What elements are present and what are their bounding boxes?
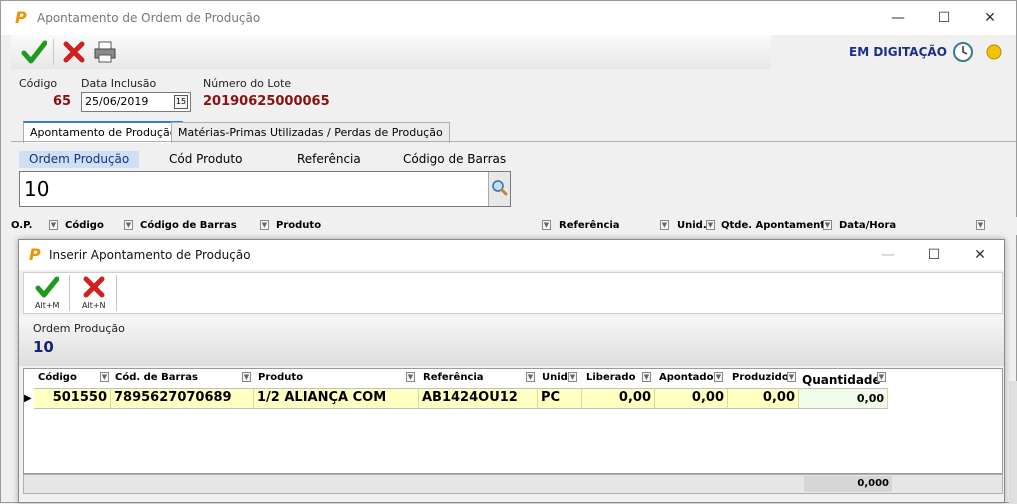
filter-icon[interactable]: ▼ (49, 220, 58, 230)
data-inclusao-value: 25/06/2019 (85, 95, 149, 108)
dcol-codigo[interactable]: Código (34, 369, 81, 386)
minimize-button[interactable]: — (875, 3, 921, 33)
search-tab-cod-produto[interactable]: Cód Produto (159, 151, 252, 168)
main-grid-header: O.P. ▼ Código ▼ Código de Barras ▼ Produ… (1, 217, 1017, 235)
codigo-label: Código (19, 77, 58, 90)
footer-total: 0,000 (804, 476, 892, 492)
dialog-minimize-button[interactable]: — (865, 240, 911, 270)
filter-icon[interactable]: ▼ (526, 372, 535, 382)
search-value: 10 (24, 177, 50, 201)
filter-icon[interactable]: ▼ (542, 220, 551, 230)
maximize-button[interactable]: ☐ (921, 3, 967, 33)
ordem-producao-label: Ordem Produção (33, 322, 125, 335)
dialog-maximize-button[interactable]: ☐ (911, 240, 957, 270)
dcol-produto[interactable]: Produto (254, 369, 307, 386)
app-logo-icon: P (29, 245, 41, 264)
dialog-title: Inserir Apontamento de Produção (49, 248, 251, 262)
filter-icon[interactable]: ▼ (568, 372, 577, 382)
filter-icon[interactable]: ▼ (787, 372, 796, 382)
row-indicator-icon: ▶ (24, 393, 32, 404)
filter-icon[interactable]: ▼ (124, 220, 133, 230)
data-inclusao-field[interactable]: 25/06/2019 15 (81, 92, 191, 112)
lote-value: 20190625000065 (203, 94, 330, 109)
filter-icon[interactable]: ▼ (406, 372, 415, 382)
dcol-apontado[interactable]: Apontado (655, 369, 717, 386)
insert-apontamento-dialog: P Inserir Apontamento de Produção — ☐ ✕ … (18, 239, 1005, 503)
filter-icon[interactable]: ▼ (976, 220, 985, 230)
col-referencia[interactable]: Referência (559, 220, 620, 231)
x-icon (83, 276, 105, 298)
tab-apontamento[interactable]: Apontamento de Produção (23, 121, 184, 143)
filter-icon[interactable]: ▼ (877, 372, 886, 382)
filter-icon[interactable]: ▼ (823, 220, 832, 230)
search-tab-codigo-barras[interactable]: Código de Barras (393, 151, 516, 168)
window-title: Apontamento de Ordem de Produção (37, 11, 261, 25)
vertical-scrollbar[interactable] (1009, 381, 1017, 504)
status-label: EM DIGITAÇÃO (849, 45, 947, 59)
dcol-quantidade[interactable]: Quantidade (798, 370, 885, 387)
dialog-close-button[interactable]: ✕ (957, 240, 1003, 270)
cell-produzido[interactable]: 0,00 (728, 389, 799, 408)
magnifier-icon (492, 180, 508, 196)
col-op[interactable]: O.P. (11, 220, 32, 231)
check-icon (35, 276, 59, 298)
dcol-referencia[interactable]: Referência (419, 369, 488, 386)
cell-referencia[interactable]: AB1424OU12 (419, 389, 538, 408)
filter-icon[interactable]: ▼ (642, 372, 651, 382)
app-logo-icon: P (15, 8, 27, 27)
dialog-grid: Código ▼ Cód. de Barras ▼ Produto ▼ Refe… (23, 368, 1003, 474)
dialog-grid-footer: 0,000 (23, 474, 1003, 494)
filter-icon[interactable]: ▼ (706, 220, 715, 230)
cell-liberado[interactable]: 0,00 (582, 389, 655, 408)
calendar-icon[interactable]: 15 (174, 95, 188, 109)
filter-icon[interactable]: ▼ (714, 372, 723, 382)
col-qtde-apontamento[interactable]: Qtde. Apontamento (721, 220, 832, 231)
confirm-shortcut-label: Alt+M (35, 301, 60, 310)
col-data-hora[interactable]: Data/Hora (839, 220, 896, 231)
cancel-x-icon[interactable] (63, 41, 85, 63)
ordem-producao-value: 10 (33, 338, 54, 356)
cancel-shortcut-label: Alt+N (82, 301, 106, 310)
search-tab-ordem[interactable]: Ordem Produção (19, 151, 140, 168)
search-tab-referencia[interactable]: Referência (287, 151, 371, 168)
print-icon[interactable] (93, 41, 117, 63)
table-row[interactable]: 501550 7895627070689 1/2 ALIANÇA COM AB1… (34, 388, 888, 409)
cancel-button[interactable]: Alt+N (76, 275, 110, 313)
search-button[interactable] (488, 172, 510, 206)
col-unid[interactable]: Unid. (677, 220, 707, 231)
dcol-liberado[interactable]: Liberado (582, 369, 639, 386)
confirm-button[interactable]: Alt+M (30, 275, 64, 313)
cell-cod-barras[interactable]: 7895627070689 (111, 389, 254, 408)
filter-icon[interactable]: ▼ (260, 220, 269, 230)
filter-icon[interactable]: ▼ (660, 220, 669, 230)
data-inclusao-label: Data Inclusão (81, 77, 157, 90)
lote-label: Número do Lote (203, 77, 292, 90)
dcol-produzido[interactable]: Produzido (728, 369, 793, 386)
dialog-toolbar: Alt+M Alt+N (23, 272, 1003, 314)
cell-codigo[interactable]: 501550 (34, 389, 111, 408)
dcol-cod-barras[interactable]: Cód. de Barras (111, 369, 202, 386)
filter-icon[interactable]: ▼ (100, 372, 109, 382)
title-bar: P Apontamento de Ordem de Produção — ☐ ✕ (1, 1, 1016, 35)
cell-produto[interactable]: 1/2 ALIANÇA COM (254, 389, 419, 408)
cell-apontado[interactable]: 0,00 (655, 389, 728, 408)
filter-icon[interactable]: ▼ (242, 372, 251, 382)
dialog-title-bar: P Inserir Apontamento de Produção — ☐ ✕ (19, 240, 1004, 270)
dialog-header-area: Ordem Produção 10 (19, 316, 1004, 366)
search-input[interactable]: 10 (19, 171, 511, 207)
col-codigo[interactable]: Código (65, 220, 104, 231)
status-light-icon (986, 44, 1002, 60)
confirm-check-icon[interactable] (21, 39, 47, 65)
tab-materias-primas[interactable]: Matérias-Primas Utilizadas / Perdas de P… (171, 122, 450, 143)
close-button[interactable]: ✕ (967, 3, 1013, 33)
col-produto[interactable]: Produto (276, 220, 321, 231)
cell-quantidade[interactable]: 0,00 (799, 389, 888, 408)
col-codigo-barras[interactable]: Código de Barras (140, 220, 237, 231)
codigo-value: 65 (53, 94, 72, 109)
toolbar (11, 35, 771, 69)
cell-unid[interactable]: PC (538, 389, 582, 408)
clock-icon[interactable] (952, 41, 974, 63)
